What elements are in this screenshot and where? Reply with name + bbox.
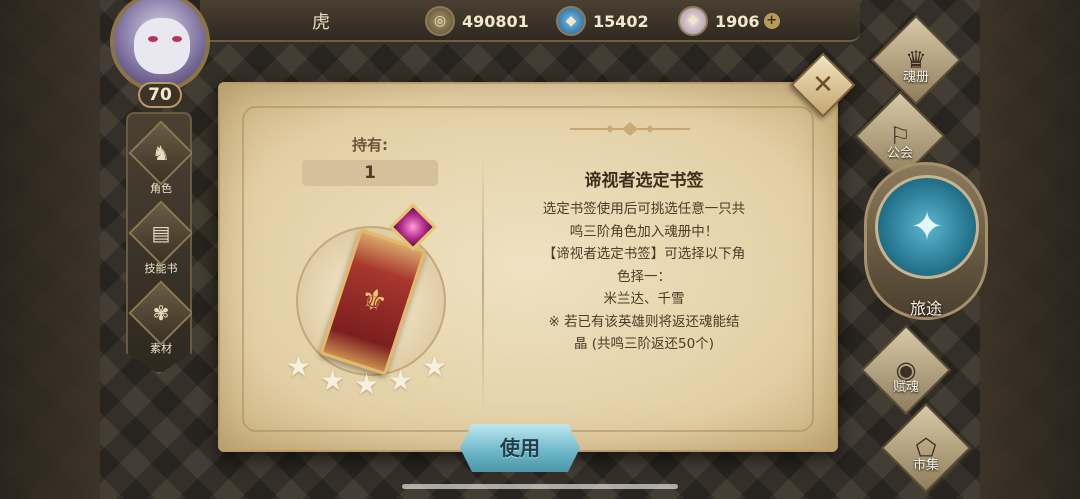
star-icon: ★ xyxy=(388,364,414,397)
desc-line: 晶 (共鸣三阶返还50个) xyxy=(573,336,714,352)
star-icon: ★ xyxy=(354,368,380,401)
desc-line: 色择一： xyxy=(617,268,671,285)
level-badge: 70 xyxy=(138,82,182,108)
nav-tribute[interactable]: ◉ 赋魂 xyxy=(856,324,956,416)
left-wall xyxy=(0,0,100,499)
nav-item-skillbook[interactable]: ▤ 技能书 xyxy=(128,200,192,276)
nav-guild[interactable]: ⚐ 公会 xyxy=(850,90,950,182)
currency-gold-value: 490801 xyxy=(462,11,529,31)
right-wall xyxy=(980,0,1080,499)
item-title: 谛视者选定书签 xyxy=(584,171,704,191)
nav-label: 公会 xyxy=(886,146,913,161)
ornament-icon xyxy=(570,122,690,136)
currency-crystal[interactable]: ◆ 15402 xyxy=(556,6,649,36)
add-gem-button[interactable]: + xyxy=(763,13,780,29)
star-icon: ★ xyxy=(286,350,312,383)
player-avatar[interactable]: 70 xyxy=(100,0,218,108)
avatar-eye-right xyxy=(172,36,182,42)
divider xyxy=(482,154,484,414)
helmet-icon: ♞ xyxy=(128,120,192,186)
journey-label: 旅途 xyxy=(909,299,942,318)
desc-line: 【谛视者选定书签】可选择以下角 xyxy=(542,246,746,262)
desc-line: 鸣三阶角色加入魂册中！ xyxy=(569,223,719,240)
currency-gem[interactable]: ❖ 1906 + xyxy=(678,6,780,36)
nav-item-material[interactable]: ✾ 素材 xyxy=(128,280,192,356)
desc-line: 米兰达、千雪 xyxy=(603,291,685,307)
gem-icon: ❖ xyxy=(678,6,708,36)
nav-label: 魂册 xyxy=(902,70,929,85)
rarity-stars: ★ ★ ★ ★ ★ xyxy=(286,350,456,401)
nav-soul-book[interactable]: ♛ 魂册 xyxy=(866,14,966,106)
currency-crystal-value: 15402 xyxy=(593,11,649,31)
use-button[interactable]: 使用 xyxy=(460,424,580,472)
player-name: 虎 xyxy=(312,12,330,33)
star-icon: ★ xyxy=(320,364,346,397)
home-indicator[interactable] xyxy=(402,484,678,489)
avatar xyxy=(110,0,210,92)
tribute-icon: ◉ xyxy=(860,324,952,416)
item-description: 选定书签使用后可挑选任意一只共 鸣三阶角色加入魂册中！ 【谛视者选定书签】可选择… xyxy=(510,198,778,356)
nav-market[interactable]: ⬠ 市集 xyxy=(876,402,976,494)
desc-line: 选定书签使用后可挑选任意一只共 xyxy=(542,201,746,217)
book-icon: ▤ xyxy=(128,200,192,266)
soul-book-icon: ♛ xyxy=(870,14,962,106)
market-icon: ⬠ xyxy=(880,402,972,494)
material-icon: ✾ xyxy=(128,280,192,346)
nav-label: 赋魂 xyxy=(892,380,919,395)
left-nav: ♞ 角色 ▤ 技能书 ✾ 素材 xyxy=(126,112,192,374)
journey-icon: ✦ xyxy=(875,175,979,279)
nav-label: 市集 xyxy=(912,458,939,473)
avatar-eye-left xyxy=(148,36,158,42)
nav-item-character[interactable]: ♞ 角色 xyxy=(128,120,192,196)
avatar-face xyxy=(134,18,190,74)
own-count: 1 xyxy=(302,160,438,186)
nav-journey[interactable]: ✦ 旅途 xyxy=(864,162,988,320)
star-icon: ★ xyxy=(422,350,448,383)
coin-icon: ◎ xyxy=(425,6,455,36)
currency-gold[interactable]: ◎ 490801 xyxy=(425,6,529,36)
currency-gem-value: 1906 xyxy=(715,11,760,31)
own-label: 持有: xyxy=(352,136,388,154)
crystal-icon: ◆ xyxy=(556,6,586,36)
close-icon: ✕ xyxy=(812,70,834,100)
desc-line: ※ 若已有该英雄则将返还魂能结 xyxy=(548,313,740,330)
